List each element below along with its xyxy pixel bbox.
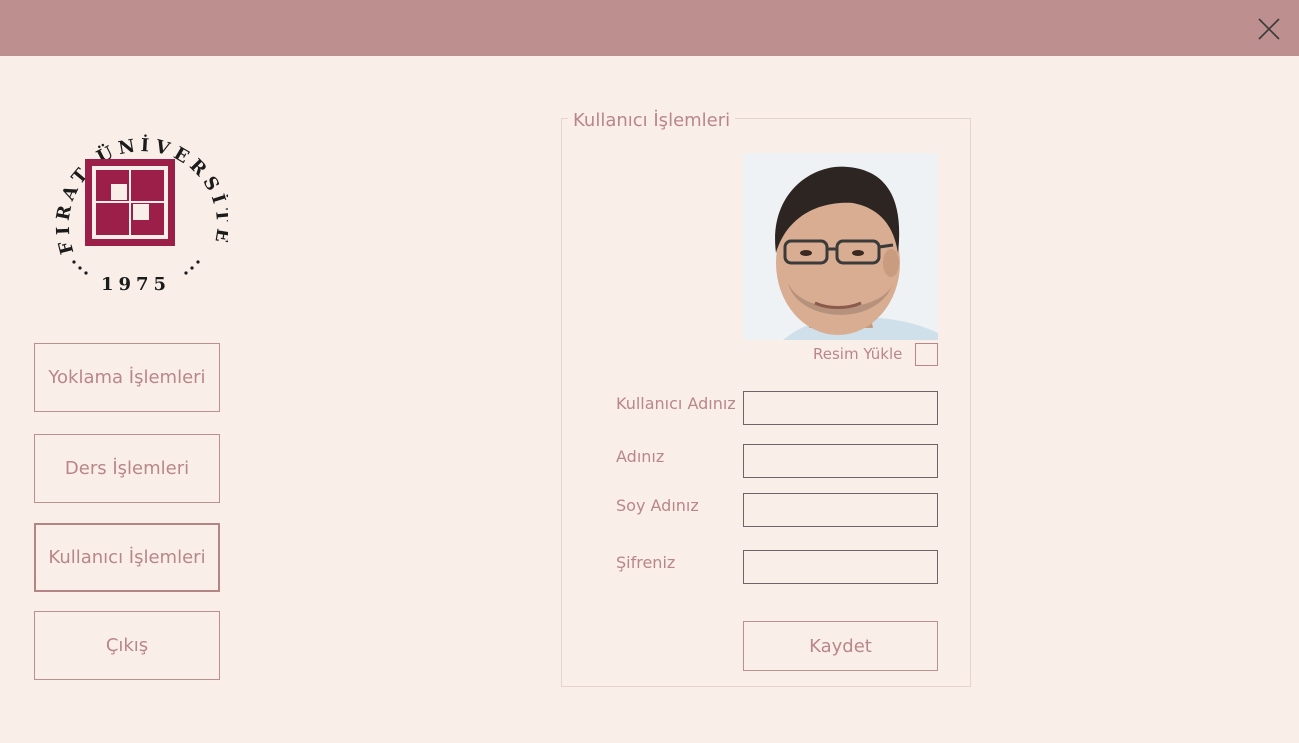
sidebar-item-exit[interactable]: Çıkış [34, 611, 220, 680]
username-input[interactable] [743, 391, 938, 425]
sidebar-item-label: Kullanıcı İşlemleri [48, 547, 206, 568]
sidebar-item-label: Ders İşlemleri [64, 458, 190, 479]
save-button[interactable]: Kaydet [743, 621, 938, 671]
profile-photo [743, 153, 938, 340]
university-logo: FIRAT ÜNİVERSİTESİ 1975 [35, 94, 228, 296]
first-name-label: Adınız [616, 447, 665, 466]
sidebar-item-users[interactable]: Kullanıcı İşlemleri [34, 523, 220, 592]
upload-photo-checkbox[interactable] [915, 343, 938, 366]
last-name-input[interactable] [743, 493, 938, 527]
group-title: Kullanıcı İşlemleri [568, 110, 736, 132]
save-button-label: Kaydet [809, 635, 872, 657]
logo-year: 1975 [101, 274, 171, 295]
sidebar-item-attendance[interactable]: Yoklama İşlemleri [34, 343, 220, 412]
title-bar [0, 0, 1299, 56]
sidebar-item-label: Çıkış [105, 635, 149, 656]
upload-photo-label: Resim Yükle [813, 345, 903, 363]
last-name-label: Soy Adınız [616, 496, 699, 515]
first-name-input[interactable] [743, 444, 938, 478]
username-label: Kullanıcı Adınız [616, 394, 736, 413]
password-input[interactable] [743, 550, 938, 584]
sidebar-item-courses[interactable]: Ders İşlemleri [34, 434, 220, 503]
sidebar-item-label: Yoklama İşlemleri [48, 367, 206, 388]
password-label: Şifreniz [616, 553, 676, 572]
close-icon[interactable] [1256, 16, 1282, 42]
